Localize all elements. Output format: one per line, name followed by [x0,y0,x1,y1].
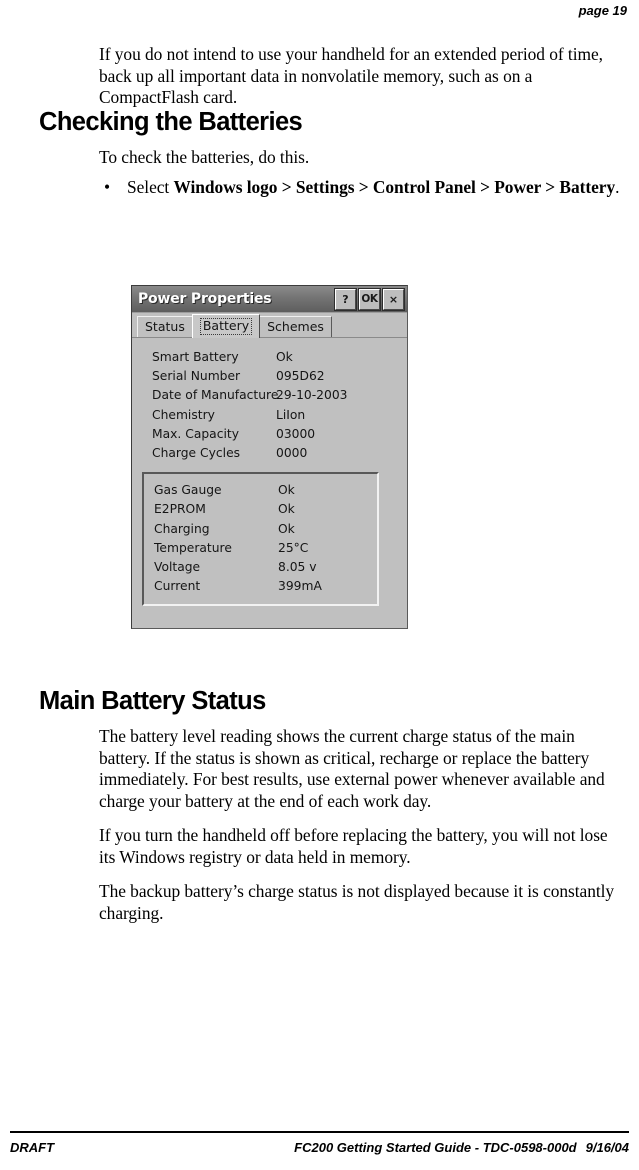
table-row: Gas Gauge Ok [154,481,369,500]
row-value: LiIon [276,407,306,422]
table-row: Temperature 25°C [154,539,369,558]
table-row: Chemistry LiIon [152,406,397,425]
checking-intro-paragraph: To check the batteries, do this. [99,146,310,167]
menu-path-text: Windows logo > Settings > Control Panel … [173,177,616,197]
row-label: Charging [154,521,210,536]
table-row: Smart Battery Ok [152,348,397,367]
row-label: Gas Gauge [154,483,222,498]
row-value: 399mA [278,579,322,594]
row-value: 29-10-2003 [276,388,348,403]
row-value: Ok [278,502,295,517]
row-label: Voltage [154,560,201,575]
table-row: Serial Number 095D62 [152,367,397,386]
bullet-lead-text: Select [127,177,174,197]
row-value: Ok [276,350,293,364]
heading-checking-the-batteries: Checking the Batteries [39,107,303,136]
close-button[interactable]: × [382,287,405,311]
table-row: Voltage 8.05 v [154,558,369,577]
table-row: Current 399mA [154,577,369,596]
footer-doc-info: FC200 Getting Started Guide - TDC-0598-0… [294,1140,629,1155]
bullet-icon: • [104,177,111,197]
tab-schemes[interactable]: Schemes [259,316,332,337]
row-value: 095D62 [276,369,325,384]
page-number: page 19 [578,3,627,18]
draft-label: DRAFT [10,1140,55,1155]
table-row: Date of Manufacture 29-10-2003 [152,386,397,405]
list-item: • Select Windows logo > Settings > Contro… [0,177,639,199]
table-row: Charge Cycles 0000 [152,444,397,463]
row-value: 0000 [276,446,308,461]
row-value: Ok [278,521,295,536]
battery-status-list: Gas Gauge Ok E2PROM Ok Charging Ok Tempe… [154,481,369,596]
page-content-lower: Main Battery Status The battery level re… [0,688,639,924]
tab-battery[interactable]: Battery [191,314,261,338]
row-value: 25°C [278,540,309,555]
power-properties-dialog: Power Properties ? OK × Status Battery S… [131,285,408,629]
footer-divider [10,1131,629,1133]
table-row: Charging Ok [154,520,369,539]
tab-battery-label: Battery [199,318,253,335]
row-label: Temperature [154,540,232,555]
battery-tab-panel: Smart Battery Ok Serial Number 095D62 Da… [132,338,407,628]
row-value: 03000 [276,426,316,441]
bullet-trail-text: . [615,177,620,197]
row-label: Date of Manufacture [152,388,279,403]
row-label: Current [154,579,201,594]
main-battery-paragraph-2: If you turn the handheld off before repl… [99,825,608,867]
main-battery-paragraph-1: The battery level reading shows the curr… [99,726,605,811]
footer-content: DRAFT FC200 Getting Started Guide - TDC-… [10,1140,629,1155]
figure-power-properties-screenshot: Power Properties ? OK × Status Battery S… [131,285,408,629]
page-content: If you do not intend to use your handhel… [0,44,639,199]
row-label: E2PROM [154,502,206,517]
row-label: Smart Battery [152,350,239,364]
tab-status-label: Status [145,318,185,334]
tab-status[interactable]: Status [137,316,193,337]
page-header: page 19 [0,0,639,30]
help-button[interactable]: ? [334,287,357,311]
dialog-titlebar: Power Properties ? OK × [132,286,407,313]
row-value: Ok [278,483,295,498]
dialog-tabstrip: Status Battery Schemes [132,313,407,338]
row-label: Chemistry [152,407,215,422]
steps-list: • Select Windows logo > Settings > Contro… [0,177,639,199]
tab-schemes-label: Schemes [267,318,324,334]
row-label: Serial Number [152,369,241,384]
battery-info-list: Smart Battery Ok Serial Number 095D62 Da… [142,348,397,463]
heading-main-battery-status: Main Battery Status [39,687,266,715]
table-row: Max. Capacity 03000 [152,425,397,444]
document-date: 9/16/04 [585,1140,629,1155]
row-label: Charge Cycles [152,446,241,461]
document-title: FC200 Getting Started Guide - TDC-0598-0… [294,1140,577,1155]
intro-paragraph: If you do not intend to use your handhel… [99,44,603,107]
row-value: 8.05 v [278,560,317,575]
table-row: E2PROM Ok [154,500,369,519]
row-label: Max. Capacity [152,426,239,441]
page-footer: DRAFT FC200 Getting Started Guide - TDC-… [0,1124,639,1170]
ok-button[interactable]: OK [358,287,381,311]
titlebar-buttons: ? OK × [334,287,405,311]
dialog-title: Power Properties [138,291,272,307]
battery-status-groupbox: Gas Gauge Ok E2PROM Ok Charging Ok Tempe… [142,472,379,607]
main-battery-paragraph-3: The backup battery’s charge status is no… [99,881,615,923]
